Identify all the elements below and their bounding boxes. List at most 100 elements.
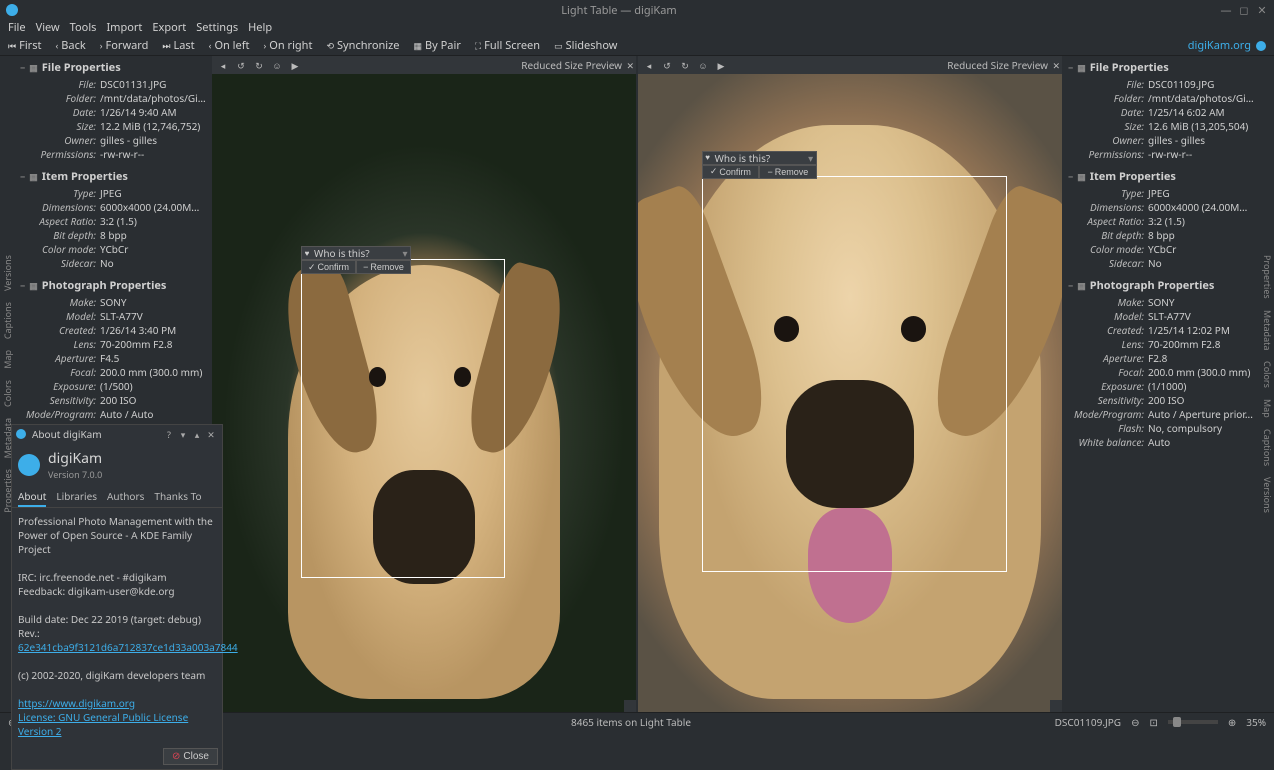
- menu-file[interactable]: File: [8, 20, 26, 36]
- left-photo[interactable]: ♥Who is this?▾ ✓Confirm −Remove: [212, 74, 636, 712]
- face-detect-icon[interactable]: ☺: [270, 58, 284, 72]
- minimize-icon[interactable]: —: [1220, 4, 1232, 16]
- prop-value: F2.8: [1148, 351, 1254, 365]
- prop-label: White balance:: [1068, 435, 1148, 449]
- collapse-toggle-icon[interactable]: −: [1068, 170, 1073, 183]
- prop-value: 1/25/14 6:02 AM: [1148, 105, 1254, 119]
- full-screen-button[interactable]: ⛶Full Screen: [475, 38, 540, 53]
- tab-captions-right[interactable]: Captions: [1260, 426, 1274, 469]
- digikam-icon: [1256, 41, 1266, 51]
- app-icon: [6, 4, 18, 16]
- right-photo[interactable]: ♥Who is this?▾ ✓Confirm −Remove: [638, 74, 1062, 712]
- expand-icon[interactable]: ▴: [190, 427, 204, 441]
- collapse-icon[interactable]: ▾: [176, 427, 190, 441]
- on-left-button[interactable]: ‹On left: [209, 38, 250, 53]
- tab-captions-left[interactable]: Captions: [0, 299, 14, 342]
- about-rev-link[interactable]: 62e341cba9f3121d6a712837ce1d33a003a7844: [18, 640, 238, 654]
- play-icon[interactable]: ▶: [714, 58, 728, 72]
- face-detect-icon[interactable]: ☺: [696, 58, 710, 72]
- prop-row: Sidecar:No: [1068, 256, 1254, 270]
- digikam-link[interactable]: digiKam.org: [1188, 38, 1266, 53]
- first-button[interactable]: ⏮First: [8, 38, 41, 53]
- menu-view[interactable]: View: [36, 20, 60, 36]
- tab-map-right[interactable]: Map: [1260, 396, 1274, 421]
- by-pair-button[interactable]: ▦By Pair: [414, 38, 461, 53]
- prop-value: No: [100, 256, 206, 270]
- rotate-right-icon[interactable]: ↻: [252, 58, 266, 72]
- menu-import[interactable]: Import: [106, 20, 142, 36]
- nav-arrow-icon[interactable]: ◂: [216, 58, 230, 72]
- prop-value: 70-200mm F2.8: [100, 337, 206, 351]
- dropdown-icon[interactable]: ▾: [806, 151, 816, 165]
- nav-arrow-icon[interactable]: ◂: [642, 58, 656, 72]
- menu-settings[interactable]: Settings: [196, 20, 238, 36]
- prop-label: Aperture:: [1068, 351, 1148, 365]
- face-name-input[interactable]: ♥Who is this?▾: [301, 246, 411, 260]
- tab-colors-left[interactable]: Colors: [0, 377, 14, 410]
- face-name-input[interactable]: ♥Who is this?▾: [702, 151, 817, 165]
- face-detection-box[interactable]: [301, 259, 505, 578]
- face-detection-box[interactable]: [702, 176, 1007, 572]
- close-preview-icon[interactable]: ✕: [1052, 59, 1060, 72]
- prop-label: Focal:: [20, 365, 100, 379]
- forward-button[interactable]: ›Forward: [100, 38, 149, 53]
- collapse-toggle-icon[interactable]: −: [1068, 61, 1073, 74]
- tab-versions-right[interactable]: Versions: [1260, 474, 1274, 516]
- rotate-left-icon[interactable]: ↺: [660, 58, 674, 72]
- tag-icon: ♥: [302, 248, 312, 259]
- prop-value: 8 bpp: [100, 228, 206, 242]
- play-icon[interactable]: ▶: [288, 58, 302, 72]
- close-preview-icon[interactable]: ✕: [626, 59, 634, 72]
- help-icon[interactable]: ?: [162, 427, 176, 441]
- about-license-link[interactable]: License: GNU General Public License Vers…: [18, 710, 188, 738]
- collapse-toggle-icon[interactable]: −: [20, 170, 25, 183]
- confirm-face-button[interactable]: ✓Confirm: [702, 165, 760, 179]
- prop-value: 3:2 (1.5): [1148, 214, 1254, 228]
- collapse-toggle-icon[interactable]: −: [20, 279, 25, 292]
- prop-label: Mode/Program:: [1068, 407, 1148, 421]
- tab-map-left[interactable]: Map: [0, 347, 14, 372]
- tab-colors-right[interactable]: Colors: [1260, 358, 1274, 391]
- about-tab-libraries[interactable]: Libraries: [56, 487, 97, 507]
- prop-row: Color mode:YCbCr: [20, 242, 206, 256]
- dropdown-icon[interactable]: ▾: [400, 246, 410, 260]
- prop-value: 6000x4000 (24.00M...: [1148, 200, 1254, 214]
- rotate-right-icon[interactable]: ↻: [678, 58, 692, 72]
- synchronize-button[interactable]: ⟲Synchronize: [326, 38, 399, 53]
- menu-help[interactable]: Help: [248, 20, 272, 36]
- about-irc: IRC: irc.freenode.net - #digikam: [18, 570, 216, 584]
- about-home-link[interactable]: https://www.digikam.org: [18, 696, 135, 710]
- collapse-toggle-icon[interactable]: −: [1068, 279, 1073, 292]
- tab-metadata-right[interactable]: Metadata: [1260, 307, 1274, 353]
- on-right-button[interactable]: ›On right: [263, 38, 312, 53]
- section-icon: ▦: [29, 279, 38, 292]
- last-button[interactable]: ⏭Last: [162, 38, 194, 53]
- tab-versions-left[interactable]: Versions: [0, 252, 14, 294]
- collapse-toggle-icon[interactable]: −: [20, 61, 25, 74]
- rotate-left-icon[interactable]: ↺: [234, 58, 248, 72]
- about-tab-about[interactable]: About: [18, 487, 46, 507]
- back-button[interactable]: ‹Back: [55, 38, 85, 53]
- prop-label: Folder:: [1068, 91, 1148, 105]
- prop-label: Permissions:: [20, 147, 100, 161]
- prop-label: Sensitivity:: [20, 393, 100, 407]
- close-dialog-icon[interactable]: ✕: [204, 427, 218, 441]
- about-tab-authors[interactable]: Authors: [107, 487, 144, 507]
- about-app-name: digiKam: [48, 449, 102, 468]
- close-icon[interactable]: ✕: [1256, 4, 1268, 16]
- remove-face-button[interactable]: −Remove: [356, 260, 411, 274]
- menu-export[interactable]: Export: [152, 20, 186, 36]
- prop-label: Type:: [20, 186, 100, 200]
- prop-row: Dimensions:6000x4000 (24.00M...: [20, 200, 206, 214]
- close-about-button[interactable]: ⊘Close: [163, 748, 218, 765]
- about-tab-thanks[interactable]: Thanks To: [154, 487, 201, 507]
- confirm-face-button[interactable]: ✓Confirm: [301, 260, 356, 274]
- prop-label: File:: [20, 77, 100, 91]
- remove-face-button[interactable]: −Remove: [759, 165, 817, 179]
- maximize-icon[interactable]: ◻: [1238, 4, 1250, 16]
- prop-label: Size:: [20, 119, 100, 133]
- menu-tools[interactable]: Tools: [70, 20, 97, 36]
- prop-label: Color mode:: [1068, 242, 1148, 256]
- tab-properties-right[interactable]: Properties: [1260, 252, 1274, 302]
- slideshow-button[interactable]: ▭Slideshow: [554, 38, 617, 53]
